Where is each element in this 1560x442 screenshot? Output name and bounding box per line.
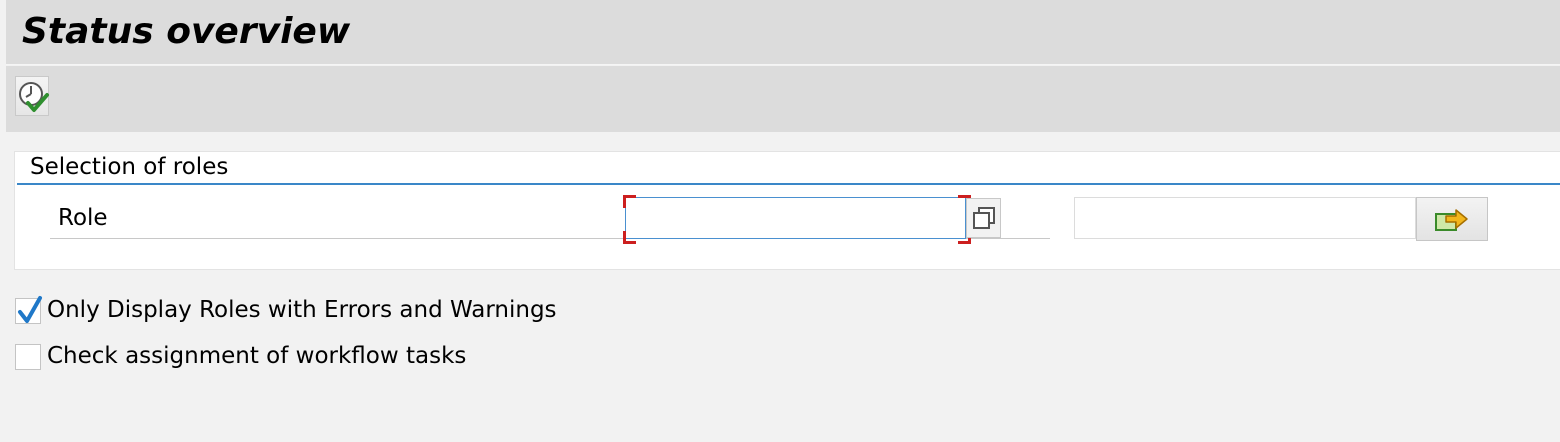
multiple-selection-button[interactable] <box>966 198 1001 238</box>
arrow-right-folder-icon <box>1435 209 1468 231</box>
role-from-input[interactable] <box>625 197 966 239</box>
execute-button[interactable] <box>15 76 49 116</box>
errors-warnings-checkbox[interactable] <box>15 296 42 324</box>
selection-of-roles-group: Selection of roles Role <box>14 151 1560 270</box>
page-title: Status overview <box>22 11 351 52</box>
errors-warnings-label: Only Display Roles with Errors and Warni… <box>47 297 557 323</box>
more-selection-button[interactable] <box>1416 197 1488 241</box>
multiple-selection-icon <box>973 207 995 229</box>
role-field-row: Role <box>50 195 1504 244</box>
group-title-divider <box>17 183 1560 185</box>
checkmark-icon <box>18 296 42 323</box>
group-title: Selection of roles <box>30 154 229 180</box>
role-label: Role <box>58 205 108 231</box>
application-toolbar <box>6 66 1560 132</box>
clock-check-icon <box>19 82 49 112</box>
workflow-tasks-label: Check assignment of workflow tasks <box>47 343 467 369</box>
title-bar: Status overview <box>6 0 1560 65</box>
role-to-input[interactable] <box>1074 197 1416 239</box>
workflow-tasks-checkbox[interactable] <box>15 344 41 370</box>
